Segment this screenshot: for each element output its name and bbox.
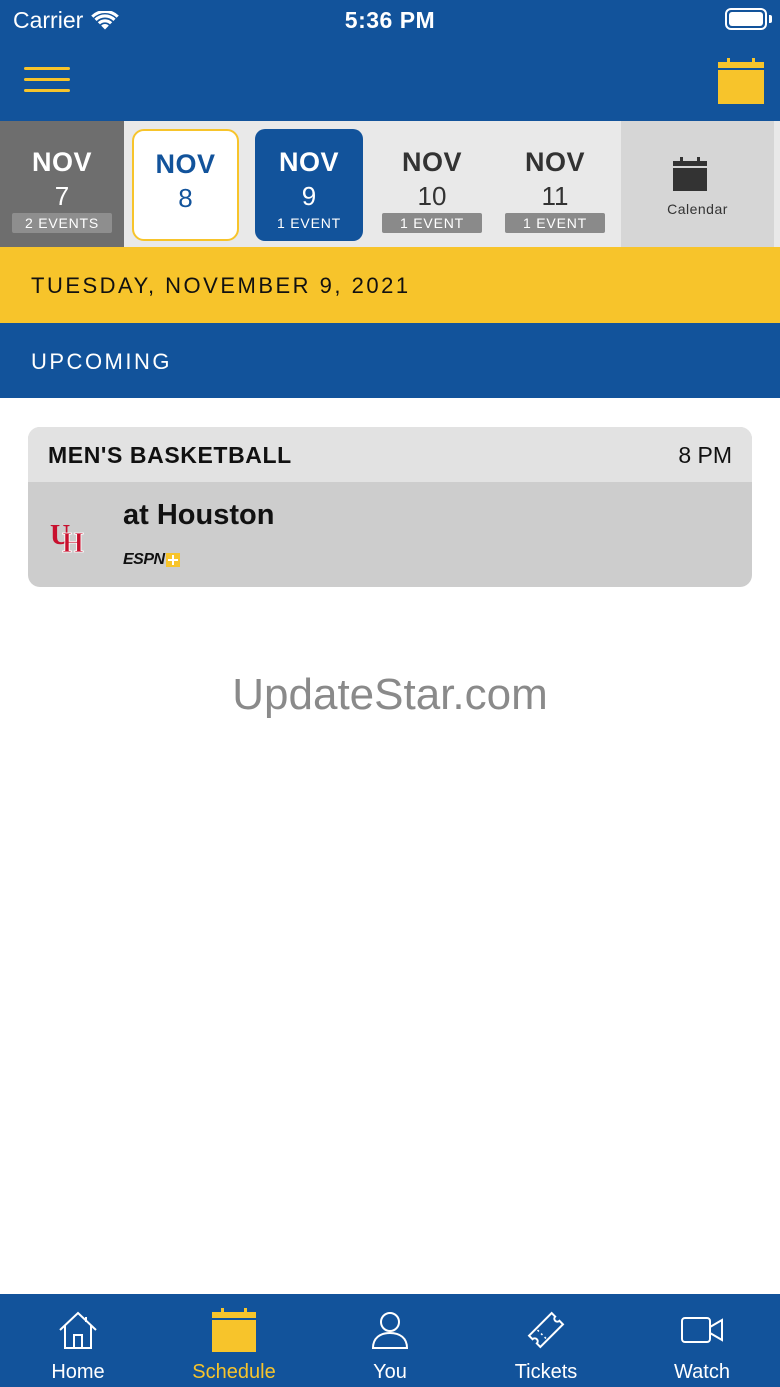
tab-label: You <box>373 1361 407 1383</box>
tab-watch[interactable]: Watch <box>624 1294 780 1387</box>
svg-text:H: H <box>62 528 84 556</box>
tab-label: Schedule <box>192 1361 276 1383</box>
tab-label: Tickets <box>514 1361 578 1383</box>
calendar-label: Calendar <box>667 201 728 217</box>
ticket-icon <box>527 1311 565 1349</box>
video-camera-icon <box>681 1317 723 1343</box>
date-tile-nov-8[interactable]: NOV 8 <box>132 129 239 241</box>
tab-home[interactable]: Home <box>0 1294 156 1387</box>
espn-plus-logo-icon: ESPN <box>123 552 180 568</box>
event-count-badge: 2 EVENTS <box>12 213 112 233</box>
hamburger-menu-icon[interactable] <box>24 65 70 95</box>
date-tile-month: NOV <box>155 149 216 179</box>
date-tile-month: NOV <box>278 147 339 177</box>
event-count-badge: 1 EVENT <box>505 213 605 233</box>
tab-you[interactable]: You <box>312 1294 468 1387</box>
battery-nub <box>769 15 772 23</box>
plus-icon <box>165 553 180 567</box>
watermark: UpdateStar.com <box>232 670 548 719</box>
section-header: UPCOMING <box>0 323 780 398</box>
houston-logo-icon: U H <box>50 520 84 556</box>
calendar-button[interactable]: Calendar <box>621 121 774 247</box>
tab-schedule[interactable]: Schedule <box>156 1294 312 1387</box>
date-tile-nov-10[interactable]: NOV 10 1 EVENT <box>382 121 482 247</box>
date-tile-month: NOV <box>31 147 92 177</box>
event-sport: MEN'S BASKETBALL <box>48 442 292 468</box>
date-tile-month: NOV <box>524 147 585 177</box>
event-time: 8 PM <box>678 442 732 468</box>
event-opponent: at Houston <box>123 499 275 531</box>
section-title: UPCOMING <box>31 349 172 374</box>
selected-date-banner: TUESDAY, NOVEMBER 9, 2021 <box>0 247 780 323</box>
tab-label: Home <box>51 1361 105 1383</box>
event-card[interactable]: MEN'S BASKETBALL 8 PM U H at Houston ESP… <box>28 427 752 587</box>
event-card-body: U H at Houston ESPN <box>28 482 752 587</box>
date-tile-day: 9 <box>301 181 317 211</box>
calendar-icon[interactable] <box>718 58 764 104</box>
calendar-icon <box>212 1308 256 1352</box>
status-time: 5:36 PM <box>344 7 436 33</box>
date-tile-nov-11[interactable]: NOV 11 1 EVENT <box>505 121 605 247</box>
selected-date-text: TUESDAY, NOVEMBER 9, 2021 <box>31 273 411 298</box>
event-count-badge: 1 EVENT <box>277 215 341 231</box>
date-tile-month: NOV <box>401 147 462 177</box>
app-header: Carrier 5:36 PM <box>0 0 780 121</box>
date-tile-day: 11 <box>541 181 569 211</box>
battery-icon <box>725 8 767 30</box>
date-tile-day: 7 <box>54 181 70 211</box>
date-strip: NOV 7 2 EVENTS NOV 8 NOV 9 1 EVENT NOV 1… <box>0 121 780 247</box>
date-tile-day: 10 <box>417 181 447 211</box>
calendar-icon <box>673 157 707 191</box>
person-icon <box>371 1312 409 1349</box>
event-card-header: MEN'S BASKETBALL 8 PM <box>28 427 752 482</box>
date-tile-day: 8 <box>178 183 193 213</box>
date-tile-nov-9[interactable]: NOV 9 1 EVENT <box>255 129 363 241</box>
tab-bar: Home Schedule You Tickets Watch <box>0 1294 780 1387</box>
tab-tickets[interactable]: Tickets <box>468 1294 624 1387</box>
date-tile-nov-7[interactable]: NOV 7 2 EVENTS <box>0 121 124 247</box>
event-count-badge: 1 EVENT <box>382 213 482 233</box>
home-icon <box>59 1311 97 1349</box>
network-label: ESPN <box>123 551 165 568</box>
tab-label: Watch <box>674 1361 730 1383</box>
